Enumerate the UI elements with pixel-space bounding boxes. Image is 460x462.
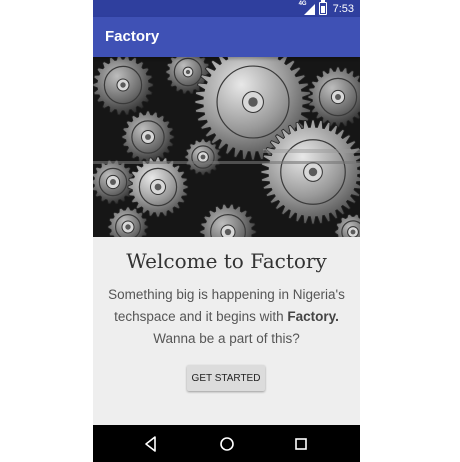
status-bar: 4G 7:53	[93, 0, 360, 17]
welcome-title: Welcome to Factory	[126, 249, 327, 273]
recent-apps-icon[interactable]	[291, 434, 311, 454]
get-started-button[interactable]: GET STARTED	[187, 365, 265, 391]
gears-illustration	[93, 57, 360, 237]
welcome-text-brand: Factory.	[287, 309, 339, 324]
app-title: Factory	[105, 28, 160, 45]
welcome-text-suffix: Wanna be a part of this?	[153, 331, 300, 346]
hero-image	[93, 57, 360, 237]
navigation-bar	[93, 425, 360, 462]
back-icon[interactable]	[141, 434, 161, 454]
status-icons: 4G 7:53	[299, 0, 354, 17]
status-time: 7:53	[332, 2, 354, 15]
cell-signal-icon: 4G	[299, 1, 315, 15]
phone-screen: 4G 7:53 Factory Welcome to Factory Somet…	[93, 0, 360, 462]
battery-icon	[318, 0, 327, 15]
welcome-section: Welcome to Factory Something big is happ…	[93, 237, 360, 425]
home-icon[interactable]	[217, 434, 237, 454]
welcome-description: Something big is happening in Nigeria's …	[101, 284, 352, 350]
app-bar: Factory	[93, 17, 360, 57]
